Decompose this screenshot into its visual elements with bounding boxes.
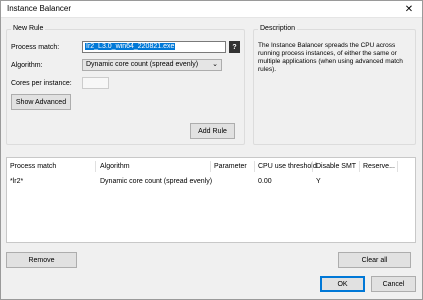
new-rule-group: New Rule Process match: Ir2_L3.0_win64_2… [6, 25, 245, 145]
process-match-value: Ir2_L3.0_win64_220821.exe [85, 43, 176, 50]
process-match-input[interactable]: Ir2_L3.0_win64_220821.exe [82, 41, 226, 53]
description-group-label: Description [258, 25, 298, 32]
description-text: The Instance Balancer spreads the CPU ac… [258, 42, 403, 73]
column-separator[interactable] [210, 161, 211, 172]
chevron-down-icon: ⌄ [212, 61, 218, 68]
column-separator[interactable] [359, 161, 360, 172]
column-header[interactable]: Algorithm [100, 163, 130, 170]
algorithm-select-value: Dynamic core count (spread evenly) [86, 61, 199, 68]
column-header[interactable]: Disable SMT [316, 163, 356, 170]
ok-button[interactable]: OK [320, 276, 365, 292]
window-title: Instance Balancer [7, 4, 72, 13]
description-group: Description The Instance Balancer spread… [253, 25, 416, 145]
column-header[interactable]: Parameter [214, 163, 247, 170]
column-header[interactable]: Process match [10, 163, 56, 170]
clear-all-button[interactable]: Clear all [338, 252, 411, 268]
table-cell: *lr2* [10, 178, 24, 185]
column-header[interactable]: CPU use threshold [258, 163, 317, 170]
remove-button[interactable]: Remove [6, 252, 77, 268]
algorithm-label: Algorithm: [11, 62, 43, 69]
column-separator[interactable] [397, 161, 398, 172]
table-cell: Dynamic core count (spread evenly) [100, 178, 213, 185]
column-separator[interactable] [254, 161, 255, 172]
table-cell: 0.00 [258, 178, 272, 185]
close-icon[interactable]: ✕ [395, 0, 423, 18]
rules-table[interactable]: Process match Algorithm Parameter CPU us… [6, 157, 416, 243]
process-match-label: Process match: [11, 44, 60, 51]
cancel-button[interactable]: Cancel [371, 276, 416, 292]
cores-per-instance-input[interactable] [82, 77, 109, 89]
column-separator[interactable] [312, 161, 313, 172]
help-icon[interactable]: ? [229, 41, 240, 53]
add-rule-button[interactable]: Add Rule [190, 123, 235, 139]
algorithm-select[interactable]: Dynamic core count (spread evenly) ⌄ [82, 59, 222, 71]
new-rule-group-label: New Rule [11, 25, 46, 32]
cores-per-instance-label: Cores per instance: [11, 80, 72, 87]
column-header[interactable]: Reserve... [363, 163, 395, 170]
title-bar: Instance Balancer ✕ [0, 0, 423, 18]
table-cell: Y [316, 178, 321, 185]
show-advanced-button[interactable]: Show Advanced [11, 94, 71, 110]
column-separator[interactable] [95, 161, 96, 172]
